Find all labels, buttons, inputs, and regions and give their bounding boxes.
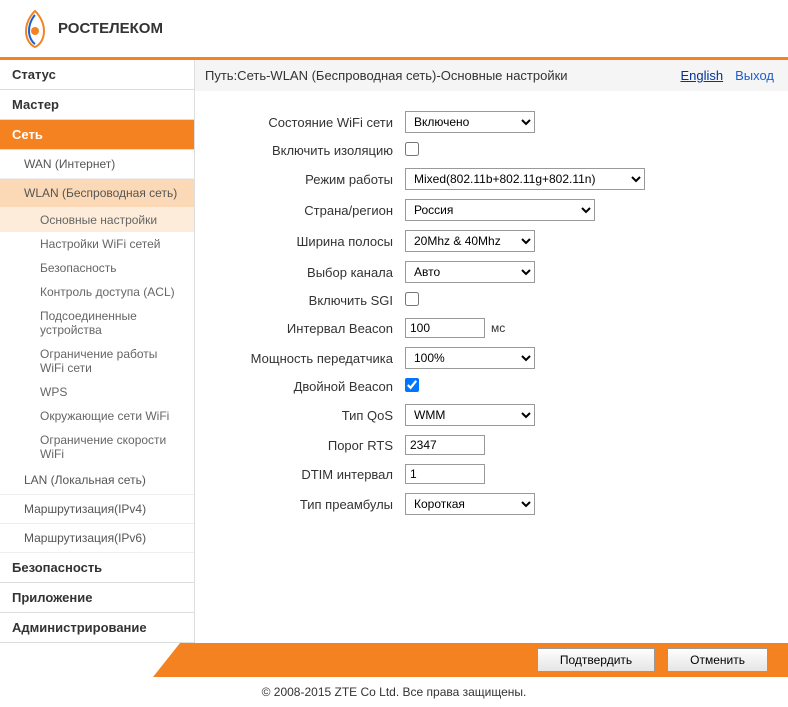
rts-input[interactable]: [405, 435, 485, 455]
nav-wlan-security[interactable]: Безопасность: [0, 256, 194, 280]
nav-app[interactable]: Приложение: [0, 583, 194, 613]
mode-label: Режим работы: [225, 172, 405, 187]
isolation-checkbox[interactable]: [405, 142, 419, 156]
submit-button[interactable]: Подтвердить: [537, 648, 655, 672]
nav-wlan-acl[interactable]: Контроль доступа (ACL): [0, 280, 194, 304]
nav-master[interactable]: Мастер: [0, 90, 194, 120]
sgi-label: Включить SGI: [225, 293, 405, 308]
logo-icon: [20, 9, 50, 49]
wifi-state-select[interactable]: Включено: [405, 111, 535, 133]
qos-label: Тип QoS: [225, 408, 405, 423]
country-label: Страна/регион: [225, 203, 405, 218]
nav-wlan-basic[interactable]: Основные настройки: [0, 208, 194, 232]
beacon-unit: мс: [491, 321, 505, 335]
mode-select[interactable]: Mixed(802.11b+802.11g+802.11n): [405, 168, 645, 190]
channel-select[interactable]: Авто: [405, 261, 535, 283]
nav-routing4[interactable]: Маршрутизация(IPv4): [0, 495, 194, 524]
breadcrumb: Путь:Сеть-WLAN (Беспроводная сеть)-Основ…: [205, 68, 568, 83]
preamble-select[interactable]: Короткая: [405, 493, 535, 515]
cancel-button[interactable]: Отменить: [667, 648, 768, 672]
nav-routing6[interactable]: Маршрутизация(IPv6): [0, 524, 194, 553]
beacon-label: Интервал Beacon: [225, 321, 405, 336]
nav-wlan[interactable]: WLAN (Беспроводная сеть): [0, 179, 194, 208]
isolation-label: Включить изоляцию: [225, 143, 405, 158]
nav-wlan-wifi-settings[interactable]: Настройки WiFi сетей: [0, 232, 194, 256]
nav-wlan-limit[interactable]: Ограничение работы WiFi сети: [0, 342, 194, 380]
exit-link[interactable]: Выход: [735, 68, 774, 83]
form-area: Состояние WiFi сети Включено Включить из…: [195, 91, 788, 544]
dtim-label: DTIM интервал: [225, 467, 405, 482]
header: РОСТЕЛЕКОМ: [0, 0, 788, 60]
breadcrumb-bar: Путь:Сеть-WLAN (Беспроводная сеть)-Основ…: [195, 60, 788, 91]
nav-wlan-speed[interactable]: Ограничение скорости WiFi: [0, 428, 194, 466]
nav-security[interactable]: Безопасность: [0, 553, 194, 583]
english-link[interactable]: English: [680, 68, 723, 83]
logo-text: РОСТЕЛЕКОМ: [58, 20, 163, 37]
nav-wlan-wps[interactable]: WPS: [0, 380, 194, 404]
bandwidth-label: Ширина полосы: [225, 234, 405, 249]
beacon-input[interactable]: [405, 318, 485, 338]
footer-bar: Подтвердить Отменить: [0, 643, 788, 677]
channel-label: Выбор канала: [225, 265, 405, 280]
nav-wan[interactable]: WAN (Интернет): [0, 150, 194, 179]
country-select[interactable]: Россия: [405, 199, 595, 221]
power-label: Мощность передатчика: [225, 351, 405, 366]
sgi-checkbox[interactable]: [405, 292, 419, 306]
copyright: © 2008-2015 ZTE Co Ltd. Все права защище…: [0, 677, 788, 707]
nav-status[interactable]: Статус: [0, 60, 194, 90]
bandwidth-select[interactable]: 20Mhz & 40Mhz: [405, 230, 535, 252]
dtim-input[interactable]: [405, 464, 485, 484]
qos-select[interactable]: WMM: [405, 404, 535, 426]
preamble-label: Тип преамбулы: [225, 497, 405, 512]
sidebar: Статус Мастер Сеть WAN (Интернет) WLAN (…: [0, 60, 195, 643]
double-beacon-label: Двойной Beacon: [225, 379, 405, 394]
nav-admin[interactable]: Администрирование: [0, 613, 194, 643]
power-select[interactable]: 100%: [405, 347, 535, 369]
wifi-state-label: Состояние WiFi сети: [225, 115, 405, 130]
nav-lan[interactable]: LAN (Локальная сеть): [0, 466, 194, 495]
nav-wlan-connected[interactable]: Подсоединенные устройства: [0, 304, 194, 342]
logo: РОСТЕЛЕКОМ: [20, 9, 163, 49]
double-beacon-checkbox[interactable]: [405, 378, 419, 392]
rts-label: Порог RTS: [225, 438, 405, 453]
content: Путь:Сеть-WLAN (Беспроводная сеть)-Основ…: [195, 60, 788, 643]
nav-wlan-surrounding[interactable]: Окружающие сети WiFi: [0, 404, 194, 428]
nav-network[interactable]: Сеть: [0, 120, 194, 150]
